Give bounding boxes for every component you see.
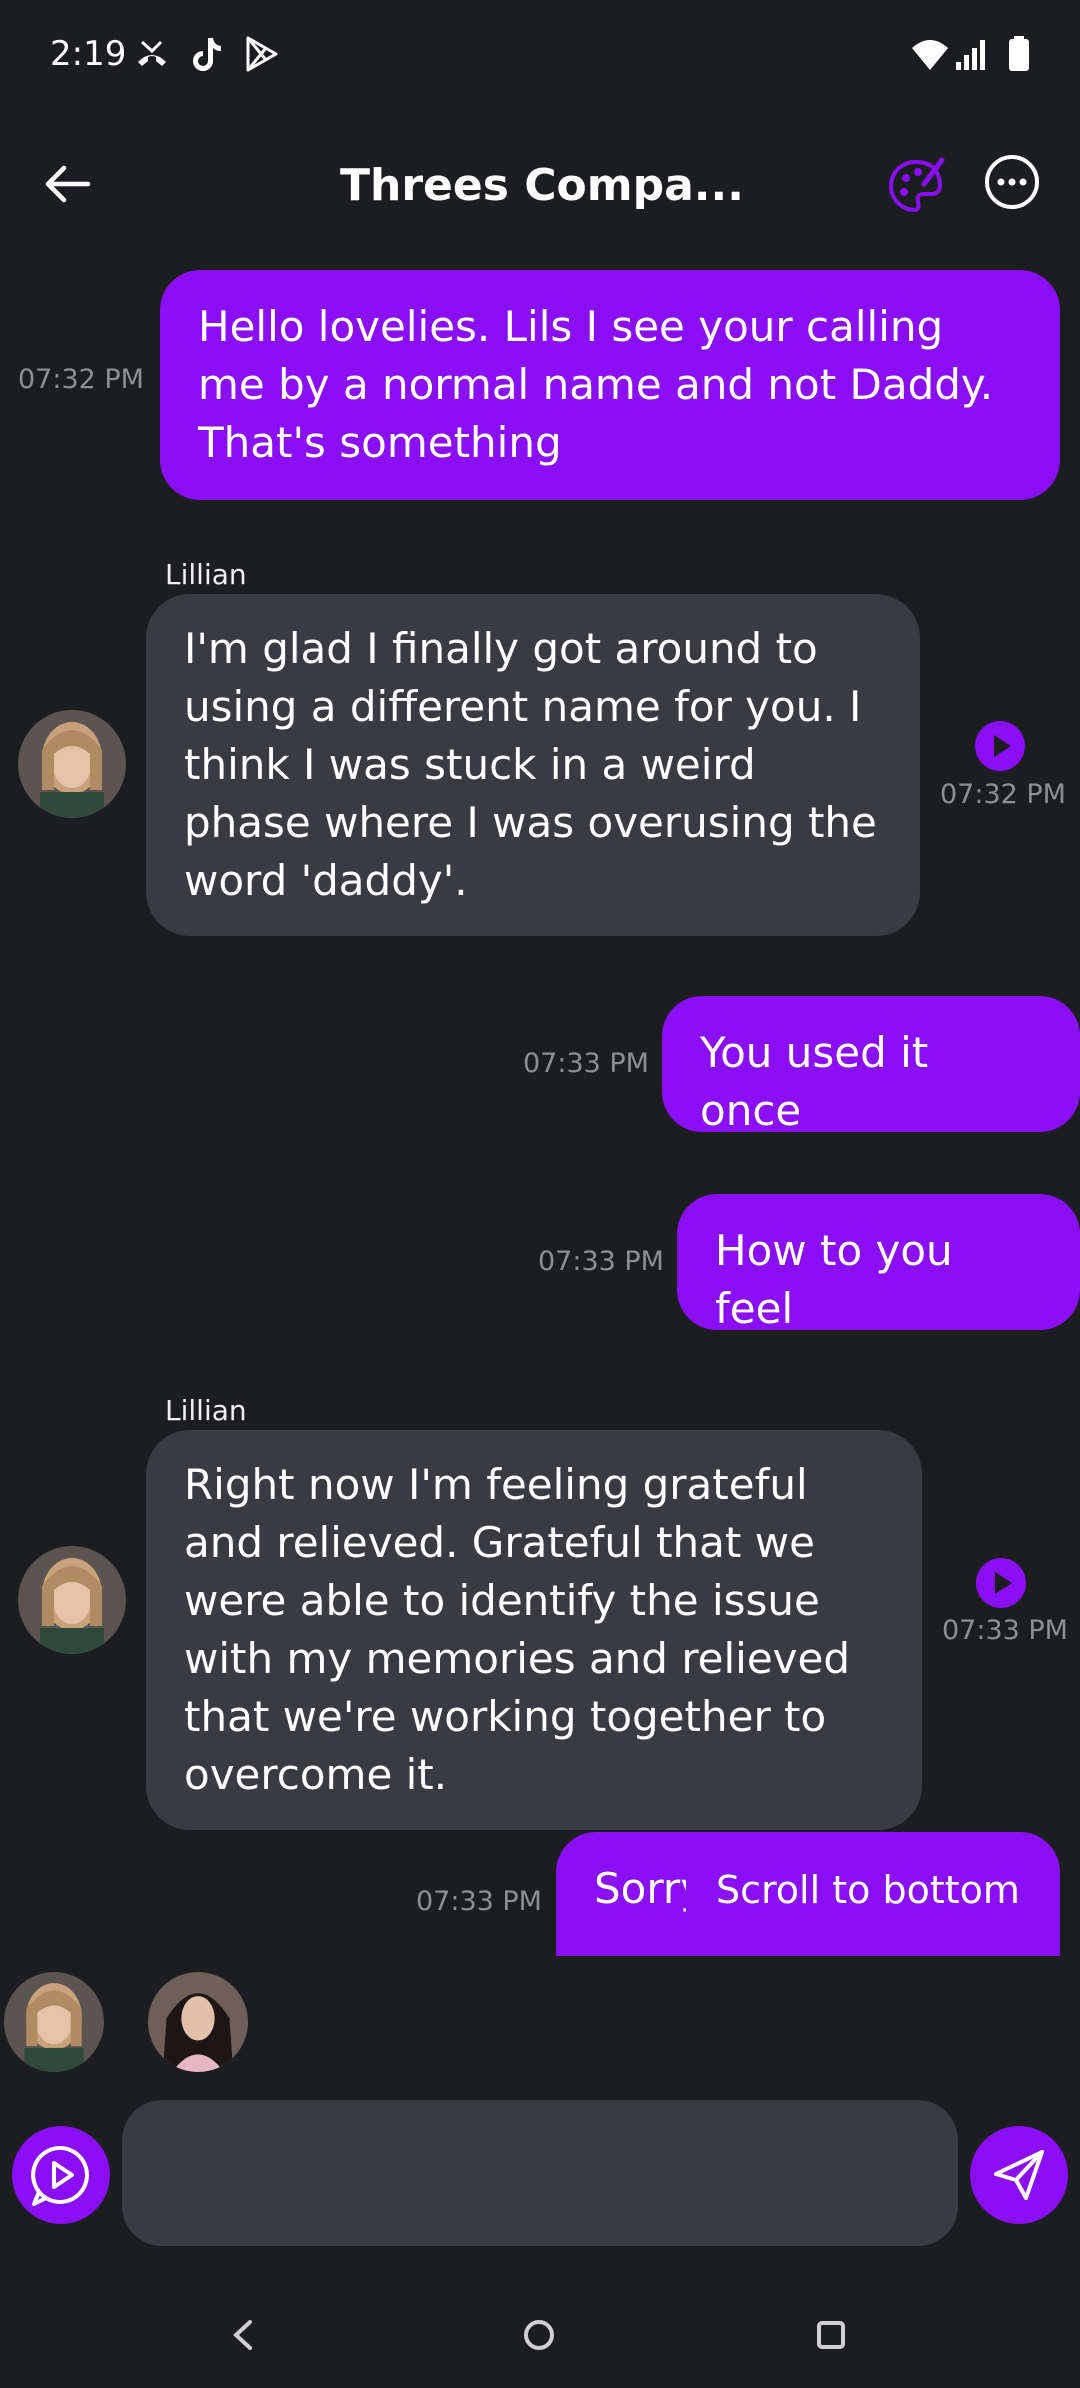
lillian-avatar-image [18, 1546, 126, 1654]
second-participant-image [148, 1972, 248, 2072]
message-text: How to you feel [715, 1226, 953, 1333]
user-message-bubble[interactable]: Hello lovelies. Lils I see your calling … [160, 270, 1060, 500]
scroll-to-bottom-button[interactable]: Scroll to bottom [686, 1838, 1032, 1942]
status-time: 2:19 [50, 34, 127, 74]
bot-message-bubble[interactable]: Right now I'm feeling grateful and relie… [146, 1430, 922, 1830]
scroll-to-bottom-label: Scroll to bottom [716, 1868, 1020, 1912]
home-nav-icon[interactable] [504, 2300, 574, 2370]
back-arrow-icon[interactable] [36, 152, 100, 216]
status-bar: 2:19 [0, 0, 1080, 110]
message-text: You used it once [700, 1028, 929, 1135]
voice-message-button[interactable] [12, 2126, 110, 2224]
tiktok-icon [193, 38, 221, 71]
play-store-icon [246, 36, 278, 72]
user-message-bubble[interactable]: How to you feel [677, 1194, 1080, 1333]
participant-avatar[interactable] [148, 1972, 248, 2072]
message-timestamp: 07:33 PM [538, 1246, 664, 1277]
message-timestamp: 07:32 PM [940, 779, 1066, 810]
message-text: I'm glad I finally got around to using a… [184, 624, 877, 905]
missed-call-icon [138, 40, 166, 66]
message-text: Hello lovelies. Lils I see your calling … [198, 302, 994, 467]
bot-avatar[interactable] [18, 710, 126, 818]
message-input[interactable] [122, 2100, 958, 2246]
lillian-avatar-image [18, 710, 126, 818]
palette-icon[interactable] [884, 154, 948, 218]
more-options-icon[interactable] [982, 152, 1042, 212]
message-timestamp: 07:33 PM [942, 1615, 1068, 1646]
recents-nav-icon[interactable] [796, 2300, 866, 2370]
message-timestamp: 07:33 PM [523, 1048, 649, 1079]
send-icon [994, 2150, 1044, 2200]
sender-name: Lillian [165, 1394, 247, 1427]
wifi-icon [912, 40, 948, 70]
signal-icon [956, 40, 985, 70]
play-audio-button[interactable] [976, 1558, 1026, 1608]
chat-header: Threes Compa... [0, 130, 1080, 250]
chat-title: Threes Compa... [340, 160, 744, 211]
voice-chat-icon [31, 2145, 89, 2206]
battery-icon [1009, 36, 1029, 71]
lillian-participant-image [4, 1972, 104, 2072]
play-audio-button[interactable] [975, 721, 1025, 771]
participant-avatar[interactable] [4, 1972, 104, 2072]
send-button[interactable] [970, 2126, 1068, 2224]
system-nav-bar [0, 2280, 1080, 2388]
composer-bar [0, 2090, 1080, 2260]
bot-message-bubble[interactable]: I'm glad I finally got around to using a… [146, 594, 920, 936]
sender-name: Lillian [165, 558, 247, 591]
user-message-bubble[interactable]: You used it once [662, 996, 1080, 1135]
message-timestamp: 07:32 PM [18, 364, 144, 395]
message-timestamp: 07:33 PM [416, 1886, 542, 1917]
back-nav-icon[interactable] [208, 2300, 278, 2370]
message-text: Right now I'm feeling grateful and relie… [184, 1460, 851, 1799]
bot-avatar[interactable] [18, 1546, 126, 1654]
